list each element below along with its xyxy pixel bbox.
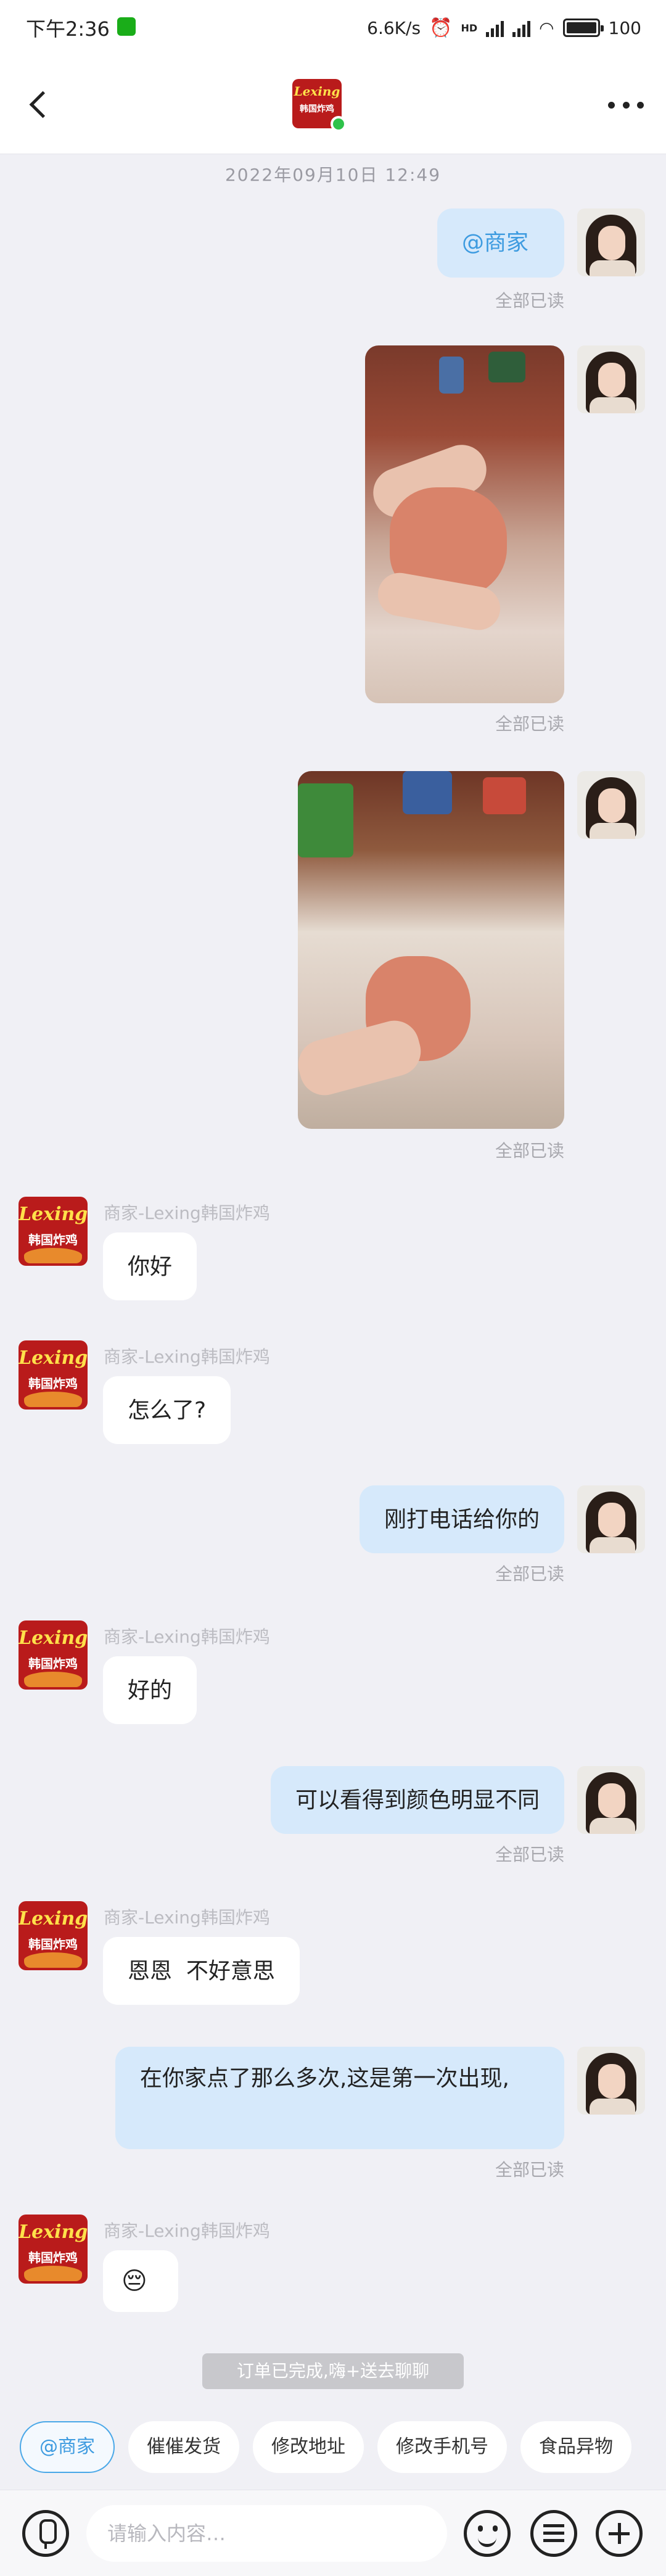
message-bubble-incoming[interactable]: 好的 <box>103 1656 197 1724</box>
back-button[interactable] <box>25 88 56 122</box>
logo-text: Lexing <box>18 2221 88 2244</box>
logo-cn-text: 韩国炸鸡 <box>300 104 334 115</box>
net-speed: 6.6K/s <box>367 17 421 38</box>
logo-cn-text: 韩国炸鸡 <box>28 1936 78 1952</box>
plus-icon[interactable] <box>596 2510 643 2557</box>
photo-detail <box>403 771 452 814</box>
more-options-button[interactable] <box>604 93 648 117</box>
shop-avatar[interactable]: Lexing 韩国炸鸡 <box>18 1340 88 1410</box>
message-bubble-incoming[interactable]: 恩恩 不好意思 <box>103 1937 300 2005</box>
status-indicators: 6.6K/s ⏰ HD ◠ 100 <box>367 12 641 43</box>
photo-detail <box>483 777 526 814</box>
battery-fill <box>566 22 596 33</box>
battery-icon <box>562 19 604 37</box>
online-status-dot <box>331 116 347 132</box>
message-text: 在你家点了那么多次,这是第一次出现, <box>140 2066 509 2091</box>
mention-text: @商家 <box>462 230 529 255</box>
message-bubble-outgoing[interactable]: 可以看得到颜色明显不同 <box>270 1766 564 1834</box>
logo-food-graphic <box>23 1391 83 1407</box>
alarm-icon: ⏰ <box>429 17 453 39</box>
logo-text: Lexing <box>18 1627 88 1649</box>
signal-icon-2 <box>512 19 531 37</box>
message-text: 好的 <box>128 1678 173 1703</box>
quick-reply-bar: @商家 催催发货 修改地址 修改手机号 食品异物 <box>20 2421 631 2473</box>
status-bar: 下午2:36 6.6K/s ⏰ HD ◠ 100 <box>0 0 666 56</box>
message-text: 怎么了? <box>128 1398 207 1423</box>
read-status: 全部已读 <box>495 714 564 734</box>
user-avatar[interactable] <box>577 208 645 276</box>
logo-food-graphic <box>23 1247 83 1263</box>
photo-detail <box>488 352 525 382</box>
message-text: 刚打电话给你的 <box>384 1507 540 1532</box>
logo-text: Lexing <box>18 1203 88 1226</box>
chat-photo[interactable] <box>298 771 564 1129</box>
logo-text: Lexing <box>294 84 340 99</box>
quick-reply-chip[interactable]: 食品异物 <box>520 2421 631 2473</box>
menu-list-icon[interactable] <box>530 2510 577 2557</box>
logo-food-graphic <box>23 1671 83 1687</box>
photo-detail <box>298 783 353 857</box>
read-status: 全部已读 <box>495 291 564 311</box>
message-bubble-outgoing[interactable]: 在你家点了那么多次,这是第一次出现, <box>115 2047 564 2149</box>
shop-avatar[interactable]: Lexing 韩国炸鸡 <box>18 1620 88 1690</box>
logo-text: Lexing <box>18 1347 88 1369</box>
emoji-icon[interactable] <box>464 2510 511 2557</box>
shop-avatar[interactable]: Lexing 韩国炸鸡 <box>18 2215 88 2284</box>
sender-name: 商家-Lexing韩国炸鸡 <box>104 1347 270 1367</box>
emoji-sticker: 😔 <box>121 2267 147 2295</box>
read-status: 全部已读 <box>495 1141 564 1161</box>
sender-name: 商家-Lexing韩国炸鸡 <box>104 2221 270 2241</box>
shop-avatar[interactable]: Lexing 韩国炸鸡 <box>18 1197 88 1266</box>
quick-reply-chip[interactable]: 催催发货 <box>128 2421 239 2473</box>
chat-header: Lexing 韩国炸鸡 <box>0 56 666 154</box>
user-avatar[interactable] <box>577 771 645 839</box>
chat-photo[interactable] <box>365 345 564 703</box>
logo-food-graphic <box>23 2265 83 2281</box>
user-avatar[interactable] <box>577 1766 645 1834</box>
message-bubble-incoming[interactable]: 怎么了? <box>103 1376 231 1444</box>
logo-cn-text: 韩国炸鸡 <box>28 1232 78 1247</box>
system-notice: 订单已完成,嗨+送去聊聊 <box>202 2353 464 2389</box>
status-time: 下午2:36 <box>26 17 110 41</box>
user-avatar[interactable] <box>577 2047 645 2115</box>
chat-timestamp: 2022年09月10日 12:49 <box>224 165 442 185</box>
logo-cn-text: 韩国炸鸡 <box>28 1376 78 1391</box>
message-bubble-outgoing[interactable]: 刚打电话给你的 <box>359 1485 564 1553</box>
wifi-icon: ◠ <box>539 17 554 38</box>
input-bar: 请输入内容… <box>0 2490 666 2576</box>
logo-text: Lexing <box>18 1908 88 1930</box>
read-status: 全部已读 <box>495 1844 564 1865</box>
read-status: 全部已读 <box>495 2160 564 2180</box>
message-bubble-outgoing[interactable]: @商家 <box>437 208 564 278</box>
logo-cn-text: 韩国炸鸡 <box>28 1656 78 1671</box>
photo-detail <box>298 1015 427 1101</box>
message-input[interactable]: 请输入内容… <box>86 2505 447 2562</box>
user-avatar[interactable] <box>577 1485 645 1553</box>
logo-cn-text: 韩国炸鸡 <box>28 2250 78 2265</box>
sender-name: 商家-Lexing韩国炸鸡 <box>104 1203 270 1223</box>
logo-food-graphic <box>23 1952 83 1968</box>
quick-reply-chip[interactable]: 修改地址 <box>253 2421 364 2473</box>
voice-input-icon[interactable] <box>22 2510 69 2557</box>
user-avatar[interactable] <box>577 345 645 413</box>
hd-tag: HD <box>461 22 478 34</box>
quick-reply-chip[interactable]: @商家 <box>20 2421 115 2473</box>
message-bubble-incoming[interactable]: 你好 <box>103 1232 197 1300</box>
quick-reply-chip[interactable]: 修改手机号 <box>377 2421 507 2473</box>
shop-avatar[interactable]: Lexing 韩国炸鸡 <box>18 1901 88 1970</box>
sender-name: 商家-Lexing韩国炸鸡 <box>104 1907 270 1928</box>
wechat-notification-icon <box>117 17 136 36</box>
message-bubble-incoming[interactable]: 😔 <box>103 2250 178 2312</box>
message-text: 你好 <box>128 1254 173 1279</box>
read-status: 全部已读 <box>495 1564 564 1584</box>
battery-percent: 100 <box>608 17 641 38</box>
signal-icon <box>486 19 504 37</box>
photo-detail <box>439 357 464 394</box>
sender-name: 商家-Lexing韩国炸鸡 <box>104 1627 270 1647</box>
message-text: 恩恩 不好意思 <box>128 1959 275 1984</box>
message-text: 可以看得到颜色明显不同 <box>295 1788 540 1813</box>
